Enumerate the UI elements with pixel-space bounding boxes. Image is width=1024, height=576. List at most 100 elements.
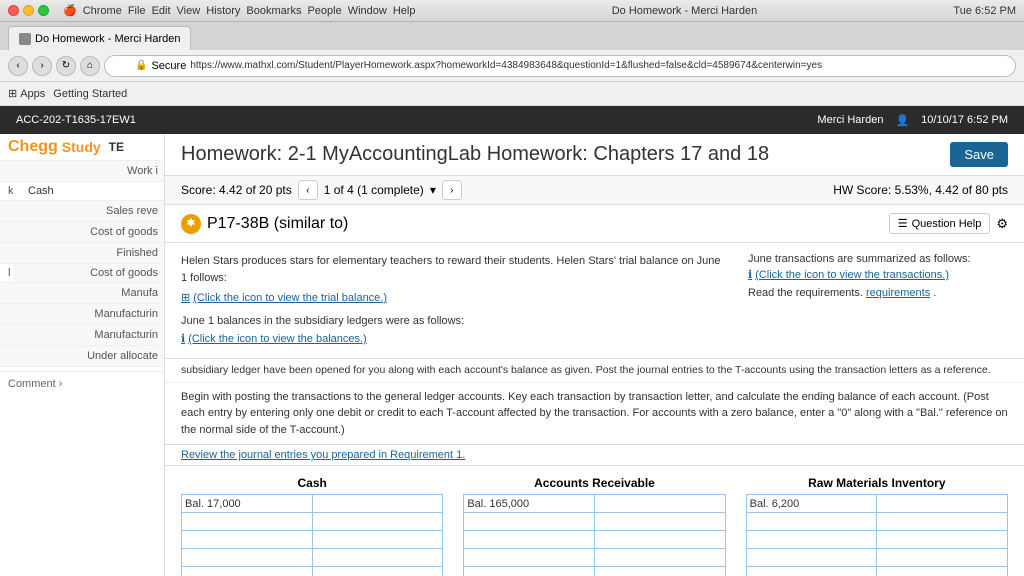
trial-balance-link[interactable]: ⊞ (Click the icon to view the trial bala…: [181, 290, 728, 307]
ar-row-4: [464, 567, 725, 576]
ar-right-1[interactable]: [594, 513, 725, 531]
close-button[interactable]: [8, 5, 19, 16]
cash-input-l2[interactable]: [185, 534, 309, 546]
question-help-button[interactable]: ☰ Question Help: [889, 213, 991, 234]
rmi-left-2[interactable]: [746, 531, 877, 549]
cash-right-4[interactable]: [312, 567, 443, 576]
ar-input-r1[interactable]: [598, 516, 722, 528]
active-tab[interactable]: Do Homework - Merci Harden: [8, 26, 191, 50]
problem-title: ✱ P17-38B (similar to): [181, 214, 348, 234]
rmi-input-r1[interactable]: [880, 516, 1004, 528]
settings-icon[interactable]: ⚙: [996, 216, 1008, 232]
rmi-right-3[interactable]: [877, 549, 1008, 567]
cash-input-l4[interactable]: [185, 570, 309, 576]
sidebar-cost1-row: Cost of goods: [0, 222, 164, 243]
cash-right-0[interactable]: [312, 495, 443, 513]
sidebar-manuf2-row: Manufacturin: [0, 304, 164, 325]
app-header: ACC-202-T1635-17EW1 Merci Harden 👤 10/10…: [0, 106, 1024, 134]
minimize-button[interactable]: [23, 5, 34, 16]
rmi-right-2[interactable]: [877, 531, 1008, 549]
dropdown-icon[interactable]: ▾: [430, 183, 436, 197]
ar-input-r3[interactable]: [598, 552, 722, 564]
bookmark-getting-started[interactable]: Getting Started: [53, 88, 127, 100]
cash-right-2[interactable]: [312, 531, 443, 549]
rmi-left-4[interactable]: [746, 567, 877, 576]
ar-left-3[interactable]: [464, 549, 595, 567]
cash-bal-left: Bal. 17,000: [182, 495, 313, 513]
cash-right-3[interactable]: [312, 549, 443, 567]
forward-button[interactable]: ›: [32, 56, 52, 76]
rmi-left-1[interactable]: [746, 513, 877, 531]
ar-input-r4[interactable]: [598, 570, 722, 576]
comment-link[interactable]: Comment ›: [0, 371, 164, 396]
cash-row-0: Bal. 17,000: [182, 495, 443, 513]
journal-entries-link[interactable]: Review the journal entries you prepared …: [181, 449, 1008, 461]
ar-right-3[interactable]: [594, 549, 725, 567]
ar-left-2[interactable]: [464, 531, 595, 549]
cash-input-r0[interactable]: [316, 498, 440, 510]
cash-input-l1[interactable]: [185, 516, 309, 528]
cash-row-2: [182, 531, 443, 549]
rmi-input-l3[interactable]: [750, 552, 874, 564]
prev-question-btn[interactable]: ‹: [298, 180, 318, 200]
ar-right-2[interactable]: [594, 531, 725, 549]
cash-right-1[interactable]: [312, 513, 443, 531]
score-bar: Score: 4.42 of 20 pts ‹ 1 of 4 (1 comple…: [165, 176, 1024, 205]
cash-input-l3[interactable]: [185, 552, 309, 564]
menu-file[interactable]: File: [128, 5, 146, 17]
back-button[interactable]: ‹: [8, 56, 28, 76]
cash-input-r2[interactable]: [316, 534, 440, 546]
ar-left-4[interactable]: [464, 567, 595, 576]
cash-left-4[interactable]: [182, 567, 313, 576]
cash-left-3[interactable]: [182, 549, 313, 567]
rmi-input-l2[interactable]: [750, 534, 874, 546]
problem-icon: ✱: [181, 214, 201, 234]
menu-view[interactable]: View: [177, 5, 201, 17]
cash-input-r3[interactable]: [316, 552, 440, 564]
ar-input-r2[interactable]: [598, 534, 722, 546]
save-button[interactable]: Save: [950, 142, 1008, 167]
cash-input-r1[interactable]: [316, 516, 440, 528]
refresh-button[interactable]: ↻: [56, 56, 76, 76]
menu-edit[interactable]: Edit: [152, 5, 171, 17]
ar-input-r0[interactable]: [598, 498, 722, 510]
ar-input-l4[interactable]: [467, 570, 591, 576]
rmi-input-l4[interactable]: [750, 570, 874, 576]
cash-input-r4[interactable]: [316, 570, 440, 576]
user-name: Merci Harden: [817, 114, 883, 126]
address-input[interactable]: 🔒 Secure https://www.mathxl.com/Student/…: [104, 55, 1016, 77]
ar-left-1[interactable]: [464, 513, 595, 531]
rmi-input-r0[interactable]: [880, 498, 1004, 510]
app-header-right: Merci Harden 👤 10/10/17 6:52 PM: [817, 114, 1008, 127]
ar-right-4[interactable]: [594, 567, 725, 576]
rmi-right-1[interactable]: [877, 513, 1008, 531]
rmi-input-r4[interactable]: [880, 570, 1004, 576]
maximize-button[interactable]: [38, 5, 49, 16]
ar-right-0[interactable]: [594, 495, 725, 513]
transactions-link[interactable]: ℹ (Click the icon to view the transactio…: [748, 268, 1008, 281]
instructions-text-1: subsidiary ledger have been opened for y…: [165, 359, 1024, 383]
balances-link[interactable]: ℹ (Click the icon to view the balances.): [181, 331, 728, 348]
menu-bookmarks[interactable]: Bookmarks: [246, 5, 301, 17]
next-question-btn[interactable]: ›: [442, 180, 462, 200]
ar-input-l2[interactable]: [467, 534, 591, 546]
rmi-input-r2[interactable]: [880, 534, 1004, 546]
requirements-link[interactable]: requirements: [866, 287, 930, 299]
ar-input-l3[interactable]: [467, 552, 591, 564]
menu-window[interactable]: Window: [348, 5, 387, 17]
menu-chrome[interactable]: Chrome: [83, 5, 122, 17]
ar-bal-left: Bal. 165,000: [464, 495, 595, 513]
rmi-input-l1[interactable]: [750, 516, 874, 528]
menu-help[interactable]: Help: [393, 5, 416, 17]
rmi-right-0[interactable]: [877, 495, 1008, 513]
rmi-input-r3[interactable]: [880, 552, 1004, 564]
rmi-left-3[interactable]: [746, 549, 877, 567]
ar-input-l1[interactable]: [467, 516, 591, 528]
rmi-right-4[interactable]: [877, 567, 1008, 576]
menu-history[interactable]: History: [206, 5, 240, 17]
cash-left-2[interactable]: [182, 531, 313, 549]
home-button[interactable]: ⌂: [80, 56, 100, 76]
menu-people[interactable]: People: [307, 5, 341, 17]
cash-left-1[interactable]: [182, 513, 313, 531]
bookmark-apps[interactable]: ⊞ Apps: [8, 87, 45, 100]
